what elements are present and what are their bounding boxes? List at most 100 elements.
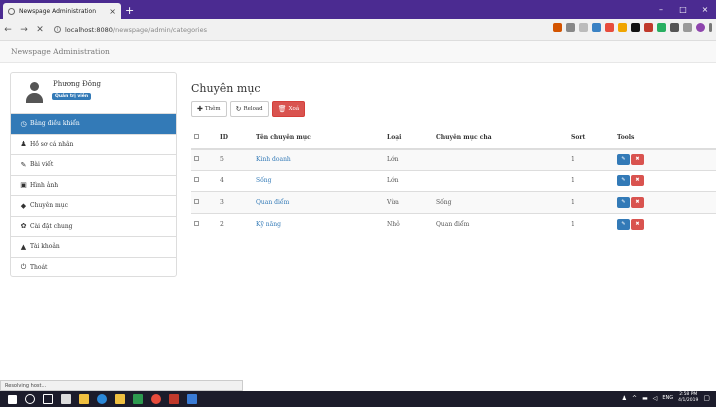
back-icon[interactable]: ← <box>0 25 16 35</box>
url-path: /newspage/admin/categories <box>112 25 207 34</box>
extension-icon[interactable] <box>592 23 601 32</box>
browser-tab[interactable]: Newspage Administration × <box>3 3 121 19</box>
row-checkbox[interactable] <box>194 220 199 226</box>
sidebar-item-label: Bài viết <box>30 161 54 169</box>
sidebar-item-posts[interactable]: ✎ Bài viết <box>11 155 176 176</box>
delete-row-button[interactable]: ✖ <box>631 218 644 230</box>
forward-icon[interactable]: → <box>16 25 32 35</box>
row-checkbox[interactable] <box>194 177 199 183</box>
taskbar-app-icon[interactable] <box>61 394 71 404</box>
sidebar-item-settings[interactable]: ✿ Cài đặt chung <box>11 217 176 237</box>
edge-browser-icon[interactable] <box>97 394 107 404</box>
extension-icon[interactable] <box>644 23 653 32</box>
reload-button[interactable]: ↻ Reload <box>229 101 269 117</box>
col-id: ID <box>220 127 256 150</box>
notification-icon[interactable]: ▢ <box>703 394 710 402</box>
app-brand[interactable]: Newspage Administration <box>11 47 110 56</box>
sidebar-item-categories[interactable]: ◆ Chuyên mục <box>11 196 176 217</box>
add-button[interactable]: ✚ Thêm <box>191 101 227 117</box>
power-icon: ⏻ <box>20 263 27 272</box>
windows-start-icon[interactable] <box>8 394 17 404</box>
sidebar-item-label: Hình ảnh <box>30 181 59 189</box>
sidebar-item-dashboard[interactable]: ◷ Bảng điều khiển <box>11 114 176 135</box>
cell-name[interactable]: Kỹ năng <box>256 212 387 235</box>
sidebar-item-logout[interactable]: ⏻ Thoát <box>11 258 176 279</box>
extension-icon[interactable] <box>670 23 679 32</box>
sidebar-item-profile[interactable]: ♟ Hồ sơ cá nhân <box>11 135 176 155</box>
menu-icon[interactable] <box>709 23 712 32</box>
clock[interactable]: 2:58 PM 4/1/2019 <box>678 392 698 404</box>
taskbar-app-icon[interactable] <box>169 394 179 404</box>
folder-icon[interactable] <box>115 394 125 404</box>
cell-sort: 1 <box>571 212 617 235</box>
avatar-icon <box>25 82 43 104</box>
address-bar: ← → ✕ i localhost:8080/newspage/admin/ca… <box>0 19 716 41</box>
url-field[interactable]: i localhost:8080/newspage/admin/categori… <box>54 26 207 34</box>
dashboard-icon: ◷ <box>20 119 27 128</box>
delete-row-button[interactable]: ✖ <box>631 196 644 208</box>
col-tools: Tools <box>617 127 716 150</box>
minimize-button[interactable]: – <box>650 0 672 19</box>
tray-chevron-icon[interactable]: ^ <box>632 395 637 402</box>
star-icon[interactable] <box>579 23 588 32</box>
cell-name[interactable]: Kinh doanh <box>256 148 387 170</box>
new-tab-button[interactable]: + <box>125 4 134 17</box>
add-button-label: Thêm <box>204 106 221 112</box>
taskbar-app-icon[interactable] <box>187 394 197 404</box>
lock-icon: ▲ <box>20 242 27 251</box>
site-info-icon[interactable]: i <box>54 26 61 33</box>
main-content: Chuyên mục ✚ Thêm ↻ Reload 🗑 Xoá ID Tên … <box>191 72 716 235</box>
plus-icon: ✚ <box>197 105 203 113</box>
volume-icon[interactable]: ◁ <box>653 395 658 402</box>
edit-row-button[interactable]: ✎ <box>617 218 630 230</box>
maximize-button[interactable]: □ <box>672 0 694 19</box>
sidebar-item-images[interactable]: ▣ Hình ảnh <box>11 176 176 196</box>
cell-sort: 1 <box>571 169 617 192</box>
edit-row-button[interactable]: ✎ <box>617 196 630 208</box>
row-checkbox[interactable] <box>194 198 199 204</box>
close-window-button[interactable]: × <box>694 0 716 19</box>
cell-sort: 1 <box>571 148 617 170</box>
trash-icon: 🗑 <box>277 105 287 113</box>
sidebar-item-label: Thoát <box>30 264 48 272</box>
reload-button-label: Reload <box>243 106 263 112</box>
sidebar-item-label: Hồ sơ cá nhân <box>30 140 74 148</box>
delete-row-button[interactable]: ✖ <box>631 175 644 187</box>
chrome-browser-icon[interactable] <box>151 394 161 404</box>
extension-icon[interactable] <box>683 23 692 32</box>
extension-icon[interactable] <box>657 23 666 32</box>
row-checkbox[interactable] <box>194 156 199 161</box>
categories-table: ID Tên chuyên mục Loại Chuyên mục cha So… <box>191 127 716 235</box>
extension-icon[interactable] <box>553 23 562 32</box>
image-icon: ▣ <box>20 181 27 190</box>
edit-row-button[interactable]: ✎ <box>617 154 630 165</box>
browser-status-bar: Resolving host... <box>0 380 243 391</box>
col-sort: Sort <box>571 127 617 150</box>
delete-row-button[interactable]: ✖ <box>631 154 644 165</box>
page-title: Chuyên mục <box>191 82 261 95</box>
delete-button[interactable]: 🗑 Xoá <box>271 101 306 117</box>
profile-avatar-icon[interactable] <box>696 23 705 32</box>
extension-icon[interactable] <box>605 23 614 32</box>
table-row: 5 Kinh doanh Lớn 1 ✎ ✖ <box>191 148 716 170</box>
extension-icon[interactable] <box>631 23 640 32</box>
tab-close-icon[interactable]: × <box>109 7 116 16</box>
cell-parent: Quan điểm <box>436 212 571 235</box>
file-explorer-icon[interactable] <box>79 394 89 404</box>
select-all-checkbox[interactable] <box>194 133 199 139</box>
people-icon[interactable]: ♟ <box>622 395 627 402</box>
sidebar-item-accounts[interactable]: ▲ Tài khoản <box>11 237 176 258</box>
stop-icon[interactable]: ✕ <box>32 25 48 35</box>
cell-type: Lớn <box>387 148 436 170</box>
cell-name[interactable]: Quan điểm <box>256 191 387 213</box>
cell-name[interactable]: Sống <box>256 169 387 192</box>
cell-id: 4 <box>220 169 256 192</box>
language-indicator[interactable]: ENG <box>662 395 673 401</box>
key-icon[interactable] <box>566 23 575 32</box>
network-icon[interactable]: ▬ <box>642 395 648 402</box>
taskbar-app-icon[interactable] <box>133 394 143 404</box>
extension-icon[interactable] <box>618 23 627 32</box>
search-icon[interactable] <box>25 394 35 404</box>
edit-row-button[interactable]: ✎ <box>617 175 630 187</box>
task-view-icon[interactable] <box>43 394 53 404</box>
